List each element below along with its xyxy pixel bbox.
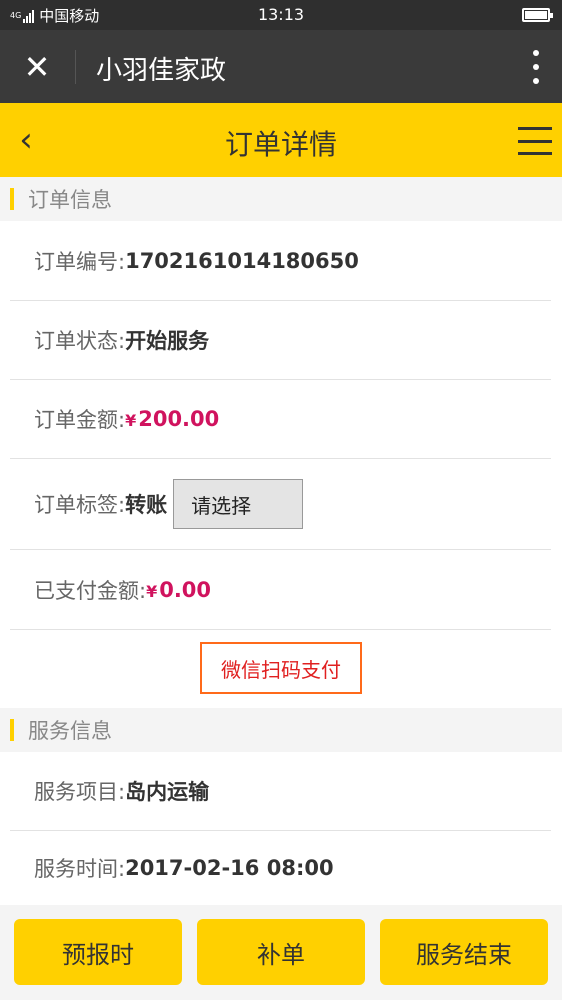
forecast-time-button[interactable]: 预报时 xyxy=(14,919,182,985)
order-amount-label: 订单金额: xyxy=(34,408,126,432)
order-status-label: 订单状态: xyxy=(34,329,126,353)
paid-amount-value: ¥0.00 xyxy=(146,578,211,602)
more-dot-icon xyxy=(533,78,539,84)
section-accent-bar xyxy=(10,188,14,210)
more-dot-icon xyxy=(533,50,539,56)
order-status-value: 开始服务 xyxy=(125,329,210,353)
section-title: 订单信息 xyxy=(28,188,112,212)
more-options-button[interactable] xyxy=(530,46,542,88)
paid-amount-label: 已支付金额: xyxy=(34,578,147,603)
service-time-value: 2017-02-16 08:00 xyxy=(125,856,334,880)
service-item-row: 服务项目: 岛内运输 xyxy=(10,752,551,831)
chevron-left-icon: ‹ xyxy=(19,120,33,160)
back-button[interactable]: ‹ xyxy=(6,115,46,165)
section-title: 服务信息 xyxy=(28,719,112,743)
supplement-order-button[interactable]: 补单 xyxy=(197,919,365,985)
order-tag-row: 订单标签: 转账 请选择 xyxy=(10,459,551,550)
order-tag-label: 订单标签: xyxy=(34,493,126,517)
order-status-row: 订单状态: 开始服务 xyxy=(10,301,551,380)
service-info-section-header: 服务信息 xyxy=(0,708,562,752)
section-accent-bar xyxy=(10,719,14,741)
more-dot-icon xyxy=(533,64,539,70)
status-time: 13:13 xyxy=(257,5,305,24)
order-number-value: 1702161014180650 xyxy=(125,248,359,273)
service-time-label: 服务时间: xyxy=(34,857,126,881)
battery-icon xyxy=(522,8,553,22)
close-button[interactable]: ✕ xyxy=(14,44,60,90)
service-time-row: 服务时间: 2017-02-16 08:00 xyxy=(10,831,551,905)
page-header: ‹ 订单详情 xyxy=(0,103,562,177)
app-bar-divider xyxy=(75,50,76,84)
order-info-section-header: 订单信息 xyxy=(0,177,562,221)
hamburger-menu-icon[interactable] xyxy=(518,127,552,155)
order-tag-select[interactable]: 请选择 xyxy=(173,479,304,529)
order-amount-row: 订单金额: ¥200.00 xyxy=(10,380,551,459)
service-item-label: 服务项目: xyxy=(34,780,126,804)
order-tag-value: 转账 xyxy=(125,493,168,517)
paid-amount-number: 0.00 xyxy=(159,577,212,602)
bottom-action-bar: 预报时 补单 服务结束 xyxy=(0,905,562,1000)
status-bar: 4G 中国移动 13:13 xyxy=(0,0,562,30)
finish-service-button[interactable]: 服务结束 xyxy=(380,919,548,985)
wechat-pay-button[interactable]: 微信扫码支付 xyxy=(200,642,362,694)
order-number-row: 订单编号: 1702161014180650 xyxy=(10,221,551,301)
app-title: 小羽佳家政 xyxy=(96,56,227,86)
paid-amount-row: 已支付金额: ¥0.00 xyxy=(10,550,551,630)
app-bar: ✕ 小羽佳家政 xyxy=(0,30,562,103)
order-number-label: 订单编号: xyxy=(34,249,126,274)
page-title: 订单详情 xyxy=(224,128,337,161)
order-amount-value: ¥200.00 xyxy=(125,407,219,431)
currency-symbol: ¥ xyxy=(125,411,137,430)
service-item-value: 岛内运输 xyxy=(125,780,210,804)
currency-symbol: ¥ xyxy=(146,581,158,601)
order-amount-number: 200.00 xyxy=(138,407,220,431)
close-icon: ✕ xyxy=(23,48,51,86)
